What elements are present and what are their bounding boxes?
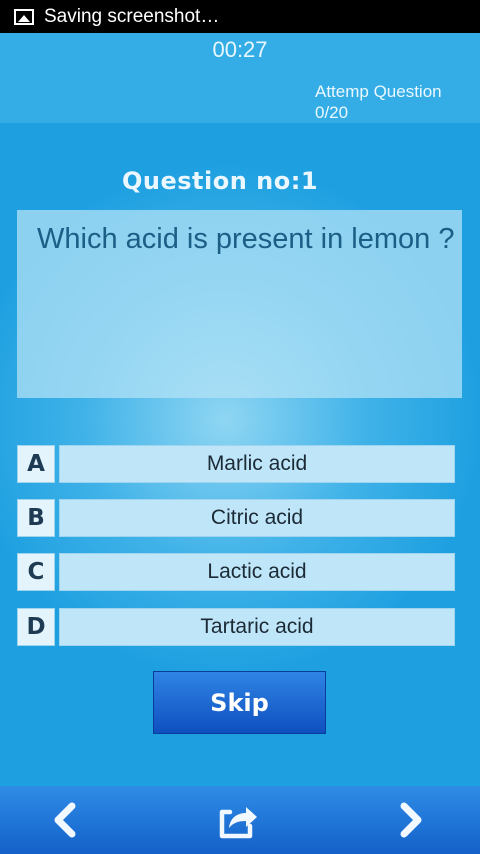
- option-text: Lactic acid: [59, 553, 455, 591]
- option-a[interactable]: A Marlic acid: [17, 445, 455, 483]
- option-letter: A: [17, 445, 55, 483]
- question-box: Which acid is present in lemon ?: [17, 210, 462, 398]
- option-text: Tartaric acid: [59, 608, 455, 646]
- header-panel: 00:27 Attemp Question 0/20: [0, 33, 480, 123]
- option-b[interactable]: B Citric acid: [17, 499, 455, 537]
- chevron-left-icon[interactable]: [44, 798, 88, 842]
- bottom-nav-bar: [0, 786, 480, 854]
- option-d[interactable]: D Tartaric acid: [17, 608, 455, 646]
- question-text: Which acid is present in lemon ?: [37, 223, 455, 255]
- skip-button[interactable]: Skip: [153, 671, 326, 734]
- attempt-counter: Attemp Question 0/20: [315, 81, 442, 123]
- option-text: Citric acid: [59, 499, 455, 537]
- chevron-right-icon[interactable]: [388, 798, 432, 842]
- status-text: Saving screenshot…: [44, 5, 220, 27]
- option-c[interactable]: C Lactic acid: [17, 553, 455, 591]
- option-letter: D: [17, 608, 55, 646]
- option-text: Marlic acid: [59, 445, 455, 483]
- option-letter: B: [17, 499, 55, 537]
- question-heading: Question no:1: [121, 167, 319, 195]
- status-bar: Saving screenshot…: [0, 0, 480, 33]
- timer: 00:27: [212, 37, 268, 62]
- option-letter: C: [17, 553, 55, 591]
- share-icon[interactable]: [216, 798, 260, 842]
- attempt-label: Attemp Question: [315, 82, 442, 101]
- attempt-count: 0/20: [315, 103, 349, 122]
- image-icon: [14, 8, 34, 25]
